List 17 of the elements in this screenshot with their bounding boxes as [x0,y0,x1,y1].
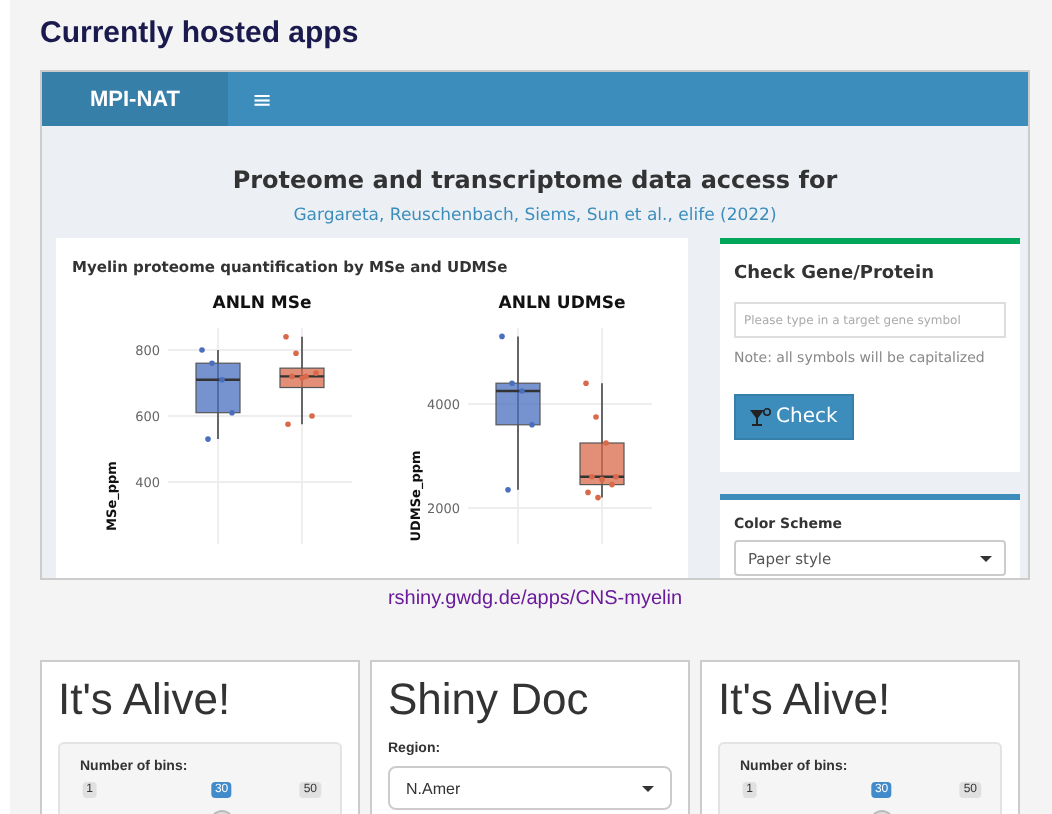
card-title: It's Alive! [718,674,893,726]
chart-title: ANLN UDMSe [498,294,626,314]
chart-title: ANLN MSe [212,294,312,314]
panel-title: Check Gene/Protein [734,264,936,284]
page-title: Proteome and transcriptome data access for [230,166,840,194]
card-title: It's Alive! [58,674,233,726]
caret-icon [980,555,992,561]
region-select[interactable]: N.Amer [388,766,672,810]
menu-toggle[interactable]: ≡ [252,72,273,126]
app-link[interactable]: rshiny.gwdg.de/apps/CNS-myelin [40,588,1030,610]
check-button[interactable]: Check [734,394,854,440]
citation-link[interactable]: Gargareta, Reuschenbach, Siems, Sun et al., elife (2022) [42,206,1028,226]
section-heading: Currently hosted apps [40,14,361,54]
caret-icon [642,785,654,791]
goblet-icon [750,407,772,427]
brand-logo[interactable]: MPI-NAT [42,72,228,126]
card-title: Shiny Doc [388,674,591,726]
